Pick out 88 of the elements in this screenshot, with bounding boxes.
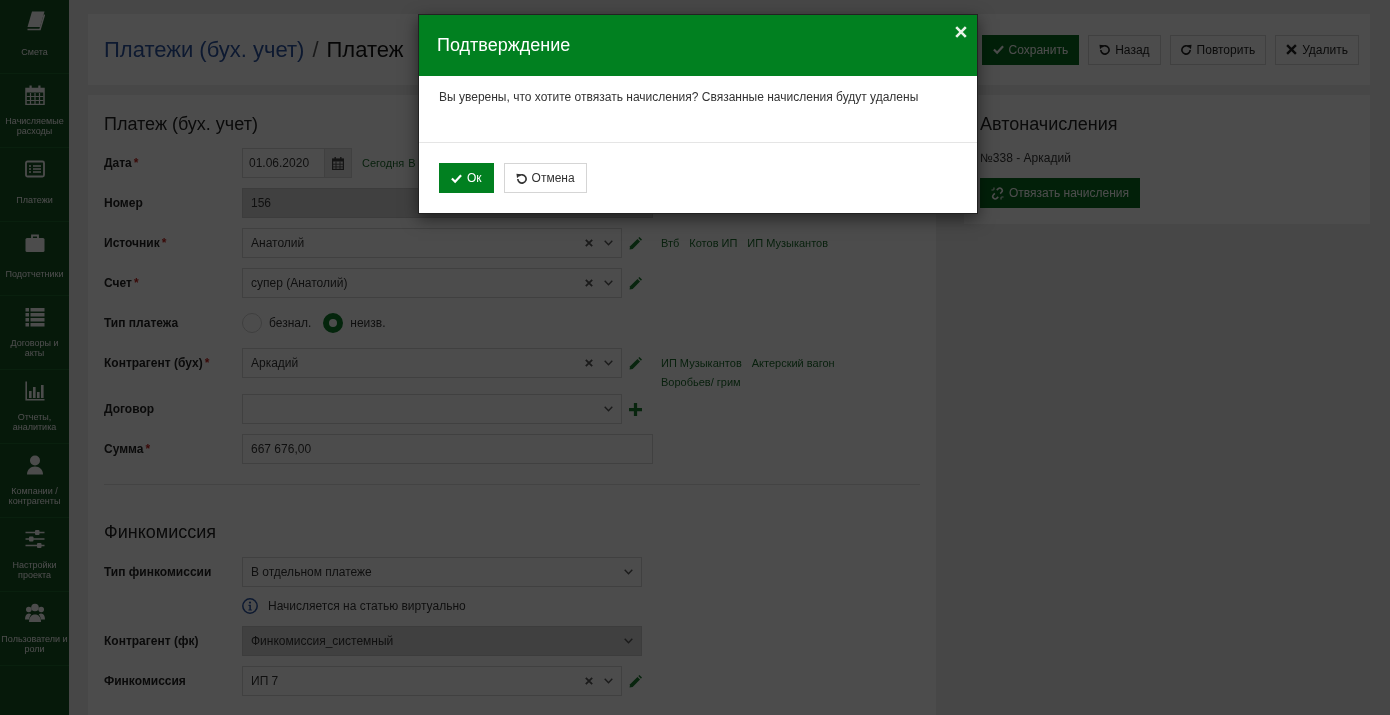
unlink-button[interactable]: Отвязать начисления bbox=[980, 178, 1141, 208]
suggestion-link[interactable]: ИП Музыкантов bbox=[661, 354, 742, 373]
sliders-icon bbox=[24, 529, 45, 549]
autocharge-entry: №338 - Аркадий bbox=[980, 150, 1071, 167]
back-button[interactable]: Назад bbox=[1088, 34, 1161, 65]
calendar-icon bbox=[24, 85, 45, 105]
field-label: Счет * bbox=[104, 276, 139, 290]
delete-button[interactable]: Удалить bbox=[1275, 34, 1359, 65]
pencil-icon[interactable] bbox=[629, 236, 642, 250]
field-label: Номер bbox=[104, 196, 143, 210]
check-icon bbox=[992, 44, 1004, 55]
pencil-icon[interactable] bbox=[629, 276, 642, 290]
list-icon bbox=[24, 307, 45, 327]
radio-button[interactable] bbox=[323, 313, 344, 333]
info-icon bbox=[242, 598, 258, 614]
redo-button[interactable]: Повторить bbox=[1169, 34, 1267, 65]
radio-label[interactable]: неизв. bbox=[350, 316, 386, 330]
bar-chart-icon bbox=[24, 381, 45, 401]
date-shortcut-link[interactable]: Сегодня bbox=[362, 157, 405, 169]
clear-icon[interactable] bbox=[585, 279, 593, 287]
sidebar-item[interactable]: Платежи bbox=[0, 148, 69, 222]
clear-icon[interactable] bbox=[585, 677, 593, 685]
chevron-down-icon bbox=[624, 569, 633, 575]
pencil-icon[interactable] bbox=[629, 674, 642, 688]
suggestion-link[interactable]: Воробьев/ грим bbox=[661, 373, 741, 392]
suggestion-link[interactable]: Котов ИП bbox=[689, 234, 738, 253]
chevron-down-icon bbox=[604, 240, 613, 246]
breadcrumb-link[interactable]: Платежи (бух. учет) bbox=[104, 36, 305, 63]
suggestion-link[interactable]: ИП Музыкантов bbox=[747, 234, 829, 253]
ok-button[interactable]: Ок bbox=[439, 163, 494, 193]
sidebar-item[interactable]: Пользователи и роли bbox=[0, 592, 69, 666]
chevron-down-icon bbox=[624, 638, 633, 644]
select-field[interactable]: Анатолий bbox=[242, 228, 622, 258]
section-title: Финкомиссия bbox=[104, 521, 216, 544]
user-icon bbox=[24, 455, 45, 475]
clear-icon[interactable] bbox=[585, 359, 593, 367]
field-label: Тип финкомиссии bbox=[104, 565, 212, 579]
sidebar-item[interactable]: Подотчетники bbox=[0, 222, 69, 296]
select-field[interactable] bbox=[242, 394, 622, 424]
field-label: Финкомиссия bbox=[104, 674, 186, 688]
field-label: Источник * bbox=[104, 236, 167, 250]
select-field[interactable]: В отдельном платеже bbox=[242, 557, 642, 587]
dialog-title: Подтверждение bbox=[437, 35, 571, 56]
dialog-message: Вы уверены, что хотите отвязать начисления? Связанные начисления будут удалены bbox=[439, 89, 919, 105]
page-title: Платеж bbox=[326, 36, 404, 63]
check-icon bbox=[451, 172, 462, 184]
undo-icon bbox=[515, 172, 527, 184]
section-title: Автоначисления bbox=[980, 113, 1118, 136]
radio-label[interactable]: безнал. bbox=[269, 316, 312, 330]
field-label: Договор bbox=[104, 402, 155, 416]
briefcase-icon bbox=[24, 233, 45, 253]
chevron-down-icon bbox=[604, 406, 613, 412]
breadcrumb-separator: / bbox=[312, 36, 319, 63]
select-field[interactable]: Аркадий bbox=[242, 348, 622, 378]
cross-icon bbox=[1286, 44, 1298, 55]
pencil-icon[interactable] bbox=[629, 356, 642, 370]
save-button[interactable]: Сохранить bbox=[981, 34, 1080, 65]
field-label: Контрагент (фк) bbox=[104, 634, 199, 648]
select-field[interactable]: супер (Анатолий) bbox=[242, 268, 622, 298]
field-label: Сумма * bbox=[104, 442, 151, 456]
suggestion-link[interactable]: Втб bbox=[661, 234, 680, 253]
users-icon bbox=[24, 603, 45, 623]
sidebar-item[interactable]: Компании / контрагенты bbox=[0, 444, 69, 518]
list-card-icon bbox=[24, 159, 45, 179]
field-label: Тип платежа bbox=[104, 316, 179, 330]
chevron-down-icon bbox=[604, 360, 613, 366]
select-field[interactable]: ИП 7 bbox=[242, 666, 622, 696]
section-title: Платеж (бух. учет) bbox=[104, 113, 258, 136]
suggestion-link[interactable]: Актерский вагон bbox=[751, 354, 835, 373]
text-field[interactable]: 667 676,00 bbox=[242, 434, 653, 464]
chevron-down-icon bbox=[604, 280, 613, 286]
chevron-down-icon bbox=[604, 678, 613, 684]
cancel-button[interactable]: Отмена bbox=[503, 163, 587, 193]
field-label: Дата * bbox=[104, 156, 139, 170]
redo-icon bbox=[1180, 44, 1192, 55]
date-field[interactable]: 01.06.2020 bbox=[242, 148, 325, 178]
broken-chain-icon bbox=[991, 186, 1004, 200]
clear-icon[interactable] bbox=[585, 239, 593, 247]
calendar-button[interactable] bbox=[325, 148, 352, 178]
close-icon[interactable] bbox=[955, 26, 967, 38]
date-shortcut-link[interactable]: В bbox=[408, 157, 416, 169]
hint-text: Начисляется на статью виртуально bbox=[268, 599, 466, 613]
sidebar-item[interactable]: Смета bbox=[0, 0, 69, 74]
calendar-icon bbox=[332, 156, 344, 170]
undo-icon bbox=[1099, 44, 1111, 55]
field-label: Контрагент (бух) * bbox=[104, 356, 210, 370]
sidebar-item[interactable]: Начисляемые расходы bbox=[0, 74, 69, 148]
plus-icon[interactable] bbox=[629, 402, 642, 416]
